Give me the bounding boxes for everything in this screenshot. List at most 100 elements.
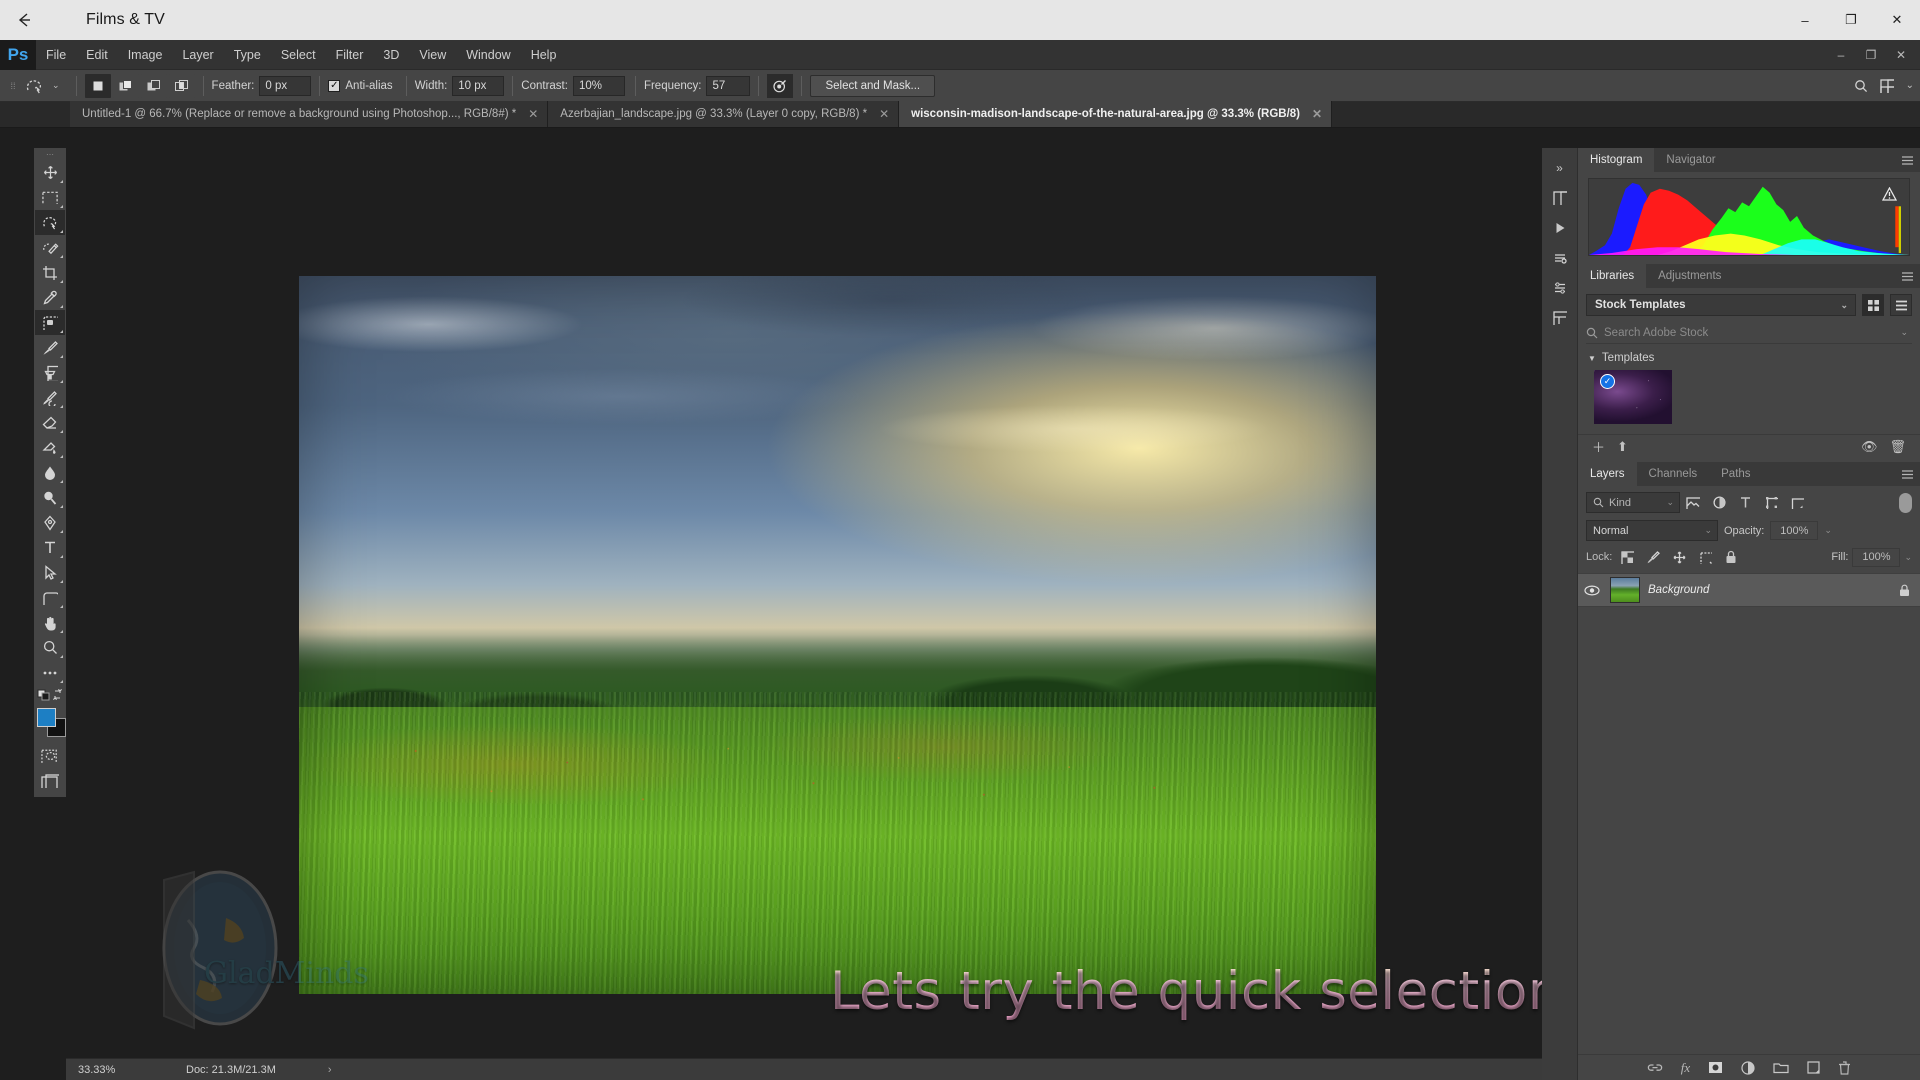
chevron-down-icon[interactable]: ⌄	[1666, 497, 1674, 508]
contrast-input[interactable]: 10%	[572, 75, 625, 96]
menu-image[interactable]: Image	[118, 40, 173, 70]
zoom-tool[interactable]	[35, 635, 65, 660]
document-tab-azerbajian-landscape[interactable]: Azerbajian_landscape.jpg @ 33.3% (Layer …	[548, 101, 900, 127]
panel-expand-icon[interactable]	[1545, 184, 1575, 212]
host-minimize-button[interactable]: –	[1782, 0, 1828, 40]
add-icon[interactable]: ＋	[1586, 437, 1611, 456]
quick-selection-tool[interactable]	[35, 235, 65, 260]
subtract-from-selection-button[interactable]	[140, 73, 167, 98]
tab-histogram[interactable]: Histogram	[1578, 148, 1655, 172]
history-brush-tool[interactable]	[35, 385, 65, 410]
play-icon[interactable]	[1545, 214, 1575, 242]
stylus-pressure-icon[interactable]	[767, 73, 794, 98]
library-group-header[interactable]: ▼ Templates	[1578, 344, 1920, 366]
panel-menu-icon[interactable]	[1901, 148, 1914, 172]
lock-image-pixels-icon[interactable]	[1642, 547, 1664, 567]
menu-help[interactable]: Help	[521, 40, 567, 70]
path-selection-tool[interactable]	[35, 560, 65, 585]
filter-type-icon[interactable]	[1732, 492, 1758, 513]
chevron-down-icon[interactable]: ⌄	[1904, 552, 1912, 563]
tab-paths[interactable]: Paths	[1709, 462, 1763, 486]
tab-adjustments[interactable]: Adjustments	[1646, 264, 1734, 288]
panel-menu-icon[interactable]	[1901, 462, 1914, 486]
menu-filter[interactable]: Filter	[326, 40, 374, 70]
hand-tool[interactable]	[35, 610, 65, 635]
panel-menu-icon[interactable]	[1901, 264, 1914, 288]
grid-view-icon[interactable]	[1862, 294, 1884, 316]
app-minimize-button[interactable]: –	[1826, 48, 1856, 62]
delete-layer-icon[interactable]	[1838, 1060, 1851, 1075]
filter-smart-object-icon[interactable]	[1784, 492, 1810, 513]
library-select[interactable]: Stock Templates ⌄	[1586, 294, 1856, 316]
list-view-icon[interactable]	[1890, 294, 1912, 316]
width-input[interactable]: 10 px	[452, 75, 505, 96]
cached-data-warning-icon[interactable]	[1882, 187, 1897, 201]
lock-artboard-icon[interactable]	[1694, 547, 1716, 567]
layer-filter-kind-select[interactable]: Kind ⌄	[1586, 492, 1680, 513]
blur-tool[interactable]	[35, 460, 65, 485]
status-bar-chevron-right-icon[interactable]: ›	[328, 1064, 332, 1076]
filter-adjustment-icon[interactable]	[1706, 492, 1732, 513]
quick-mask-icon[interactable]	[35, 743, 65, 768]
app-close-button[interactable]: ✕	[1886, 48, 1916, 62]
lock-position-icon[interactable]	[1668, 547, 1690, 567]
chevron-down-icon[interactable]: ⌄	[1906, 80, 1914, 91]
gradient-tool[interactable]	[35, 435, 65, 460]
foreground-color-swatch[interactable]	[37, 708, 56, 727]
lock-icon[interactable]	[1899, 584, 1910, 597]
host-maximize-button[interactable]: ❐	[1828, 0, 1874, 40]
zoom-level[interactable]: 33.33%	[66, 1064, 136, 1076]
lock-all-icon[interactable]	[1720, 547, 1742, 567]
tab-libraries[interactable]: Libraries	[1578, 264, 1647, 288]
link-icon[interactable]: 👁	[1855, 439, 1884, 455]
fill-value[interactable]: 100%	[1852, 547, 1901, 567]
type-tool[interactable]	[35, 535, 65, 560]
chevron-down-icon[interactable]: ⌄	[1900, 327, 1908, 338]
rectangular-marquee-tool[interactable]	[35, 185, 65, 210]
delete-icon[interactable]: 🗑	[1883, 439, 1912, 455]
menu-view[interactable]: View	[409, 40, 456, 70]
properties-icon[interactable]	[1545, 304, 1575, 332]
blend-mode-select[interactable]: Normal ⌄	[1586, 520, 1718, 541]
library-asset-thumbnail[interactable]: ✓	[1594, 370, 1672, 424]
tab-channels[interactable]: Channels	[1636, 462, 1710, 486]
dodge-tool[interactable]	[35, 485, 65, 510]
menu-type[interactable]: Type	[224, 40, 271, 70]
chevron-down-icon[interactable]: ⌄	[1840, 300, 1848, 311]
rectangle-tool[interactable]	[35, 585, 65, 610]
canvas-area[interactable]: GladMinds Lets try the quick selection t…	[66, 148, 1542, 1058]
chevron-down-icon[interactable]: ⌄	[1704, 525, 1712, 536]
select-and-mask-button[interactable]: Select and Mask...	[810, 74, 936, 97]
history-icon[interactable]	[1545, 244, 1575, 272]
add-to-selection-button[interactable]	[112, 73, 139, 98]
menu-layer[interactable]: Layer	[172, 40, 223, 70]
close-icon[interactable]: ✕	[879, 107, 889, 121]
chevron-down-icon[interactable]: ⌄	[1824, 525, 1832, 536]
magnetic-lasso-icon[interactable]	[20, 73, 50, 99]
add-layer-mask-icon[interactable]	[1708, 1061, 1723, 1074]
lasso-tool[interactable]	[35, 210, 65, 235]
dock-collapse-icon[interactable]: »	[1545, 154, 1575, 182]
host-close-button[interactable]: ✕	[1874, 0, 1920, 40]
frequency-input[interactable]: 57	[706, 75, 751, 96]
layer-style-fx-icon[interactable]: fx	[1681, 1060, 1690, 1076]
back-arrow-icon[interactable]	[0, 0, 48, 40]
intersect-with-selection-button[interactable]	[168, 73, 195, 98]
toolbox-grip[interactable]: ⋯	[46, 150, 54, 160]
options-bar-grip[interactable]: ⁞⁞	[6, 70, 20, 102]
actions-icon[interactable]	[1545, 274, 1575, 302]
eyedropper-tool[interactable]	[35, 285, 65, 310]
lock-transparent-pixels-icon[interactable]	[1616, 547, 1638, 567]
feather-input[interactable]: 0 px	[259, 75, 312, 96]
new-group-icon[interactable]	[1773, 1061, 1789, 1074]
patch-tool[interactable]	[35, 310, 65, 335]
close-icon[interactable]: ✕	[528, 107, 538, 121]
library-search-row[interactable]: Search Adobe Stock ⌄	[1586, 322, 1912, 344]
layer-thumbnail[interactable]	[1610, 577, 1640, 603]
brush-tool[interactable]	[35, 335, 65, 360]
filter-pixel-icon[interactable]	[1680, 492, 1706, 513]
crop-tool[interactable]	[35, 260, 65, 285]
clone-stamp-tool[interactable]	[35, 360, 65, 385]
anti-alias-checkbox[interactable]: ✓	[328, 79, 341, 92]
menu-edit[interactable]: Edit	[76, 40, 118, 70]
